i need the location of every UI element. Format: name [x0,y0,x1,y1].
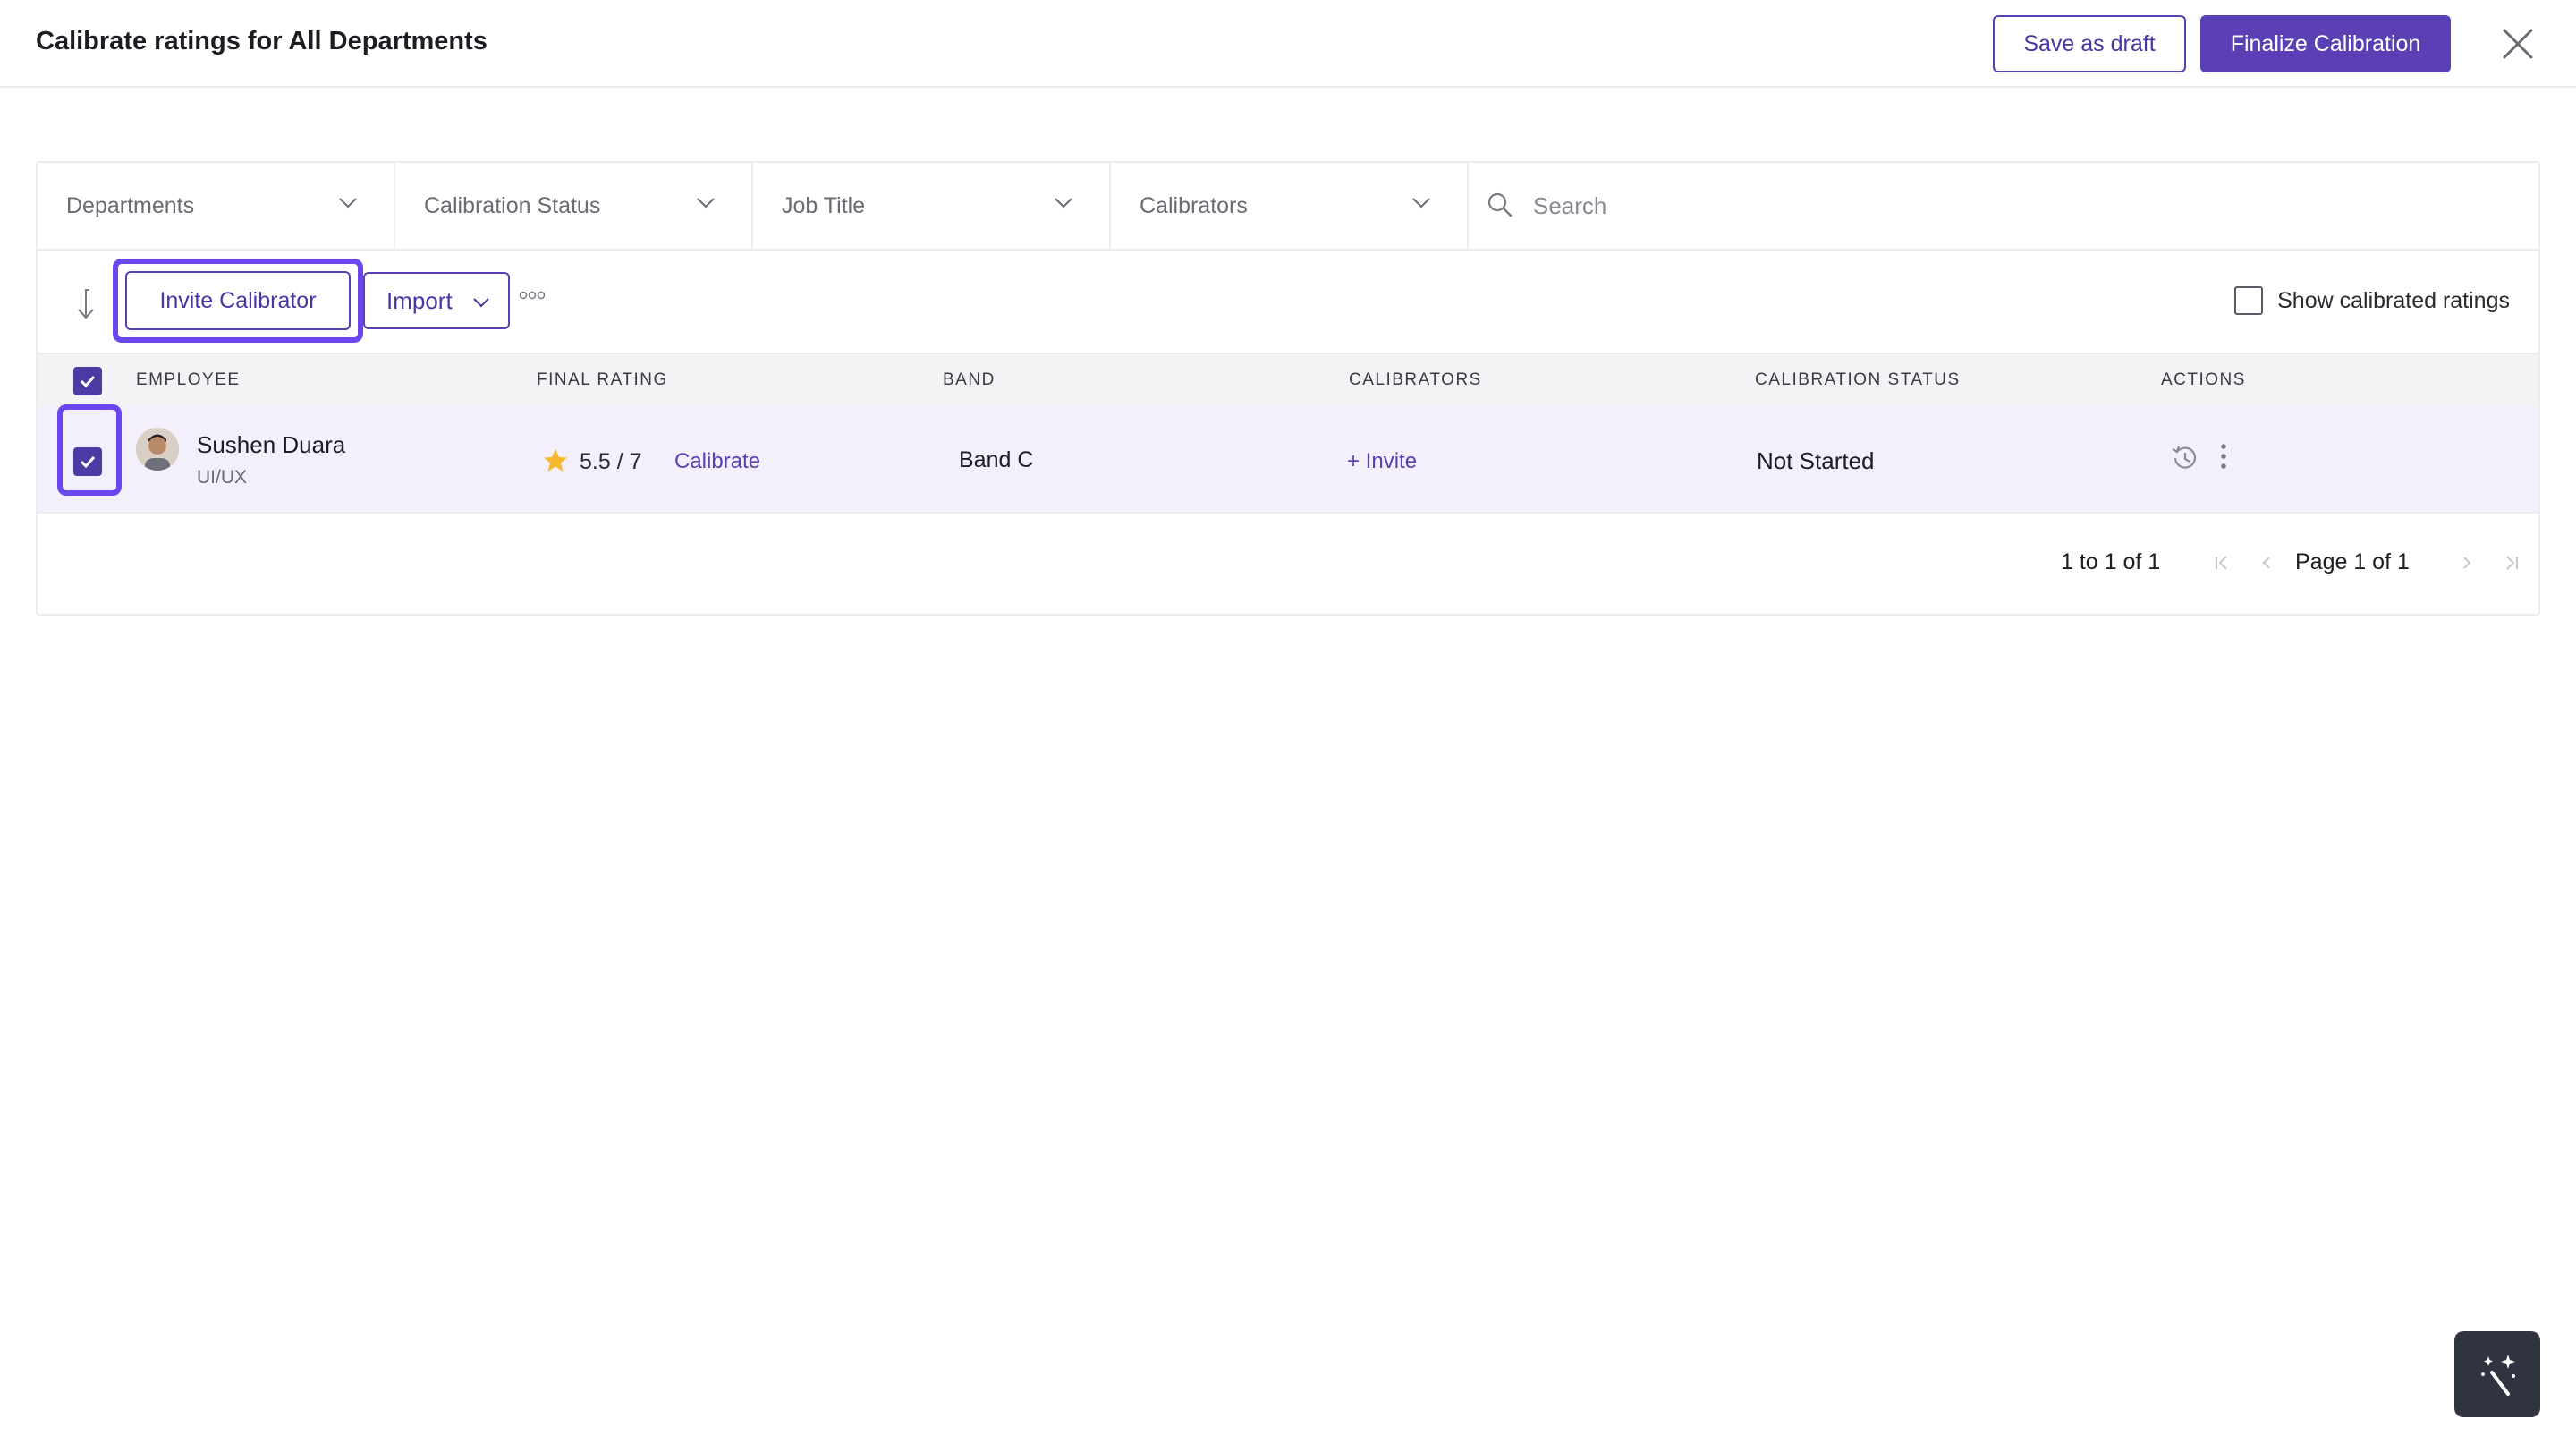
search-box [1469,163,2538,249]
calibration-modal: Calibrate ratings for All Departments Sa… [0,0,2576,1453]
magic-assistant-button[interactable] [2454,1331,2540,1417]
filter-label: Calibration Status [424,193,601,218]
last-page-icon[interactable] [2503,553,2521,573]
filter-bar: Departments Calibration Status Job Title… [38,163,2538,251]
column-header-band[interactable]: BAND [943,370,996,390]
filter-job-title[interactable]: Job Title [753,163,1111,249]
invite-calibrator-link[interactable]: + Invite [1347,449,1417,474]
next-page-icon[interactable] [2458,553,2476,573]
calibrate-link[interactable]: Calibrate [674,449,760,474]
show-calibrated-checkbox[interactable] [2234,286,2264,315]
table-toolbar: Invite Calibrator Import Show calibrated… [38,251,2538,353]
star-icon [544,449,567,472]
column-header-calibrators[interactable]: CALIBRATORS [1349,370,1482,390]
column-header-employee[interactable]: EMPLOYEE [136,370,241,390]
more-icon[interactable] [519,290,546,301]
import-button[interactable]: Import [363,272,510,329]
table-header: EMPLOYEE FINAL RATING BAND CALIBRATORS C… [38,353,2538,406]
show-calibrated-toggle[interactable]: Show calibrated ratings [2234,286,2510,315]
employee-name[interactable]: Sushen Duara [197,431,345,459]
kebab-icon[interactable] [2218,442,2229,471]
column-header-calibration-status[interactable]: CALIBRATION STATUS [1755,370,1961,390]
chevron-down-icon [1055,198,1072,208]
table-row[interactable]: Sushen Duara UI/UX 5.5 / 7 Calibrate Ban… [38,404,2538,514]
save-draft-button[interactable]: Save as draft [1993,15,2186,72]
filter-calibrators[interactable]: Calibrators [1111,163,1469,249]
close-icon[interactable] [2497,23,2538,64]
import-label: Import [386,286,453,314]
calibration-status-value: Not Started [1757,447,1875,474]
chevron-down-icon [473,298,489,308]
chevron-down-icon [339,198,357,208]
check-icon [80,455,96,469]
chevron-down-icon [697,198,715,208]
chevron-down-icon [1412,198,1430,208]
first-page-icon[interactable] [2213,553,2231,573]
pagination-count: 1 to 1 of 1 [2061,549,2161,574]
page-title: Calibrate ratings for All Departments [36,27,487,55]
history-icon[interactable] [2168,442,2200,474]
column-header-actions: ACTIONS [2161,370,2246,389]
avatar [136,428,179,471]
check-icon [80,375,96,388]
pagination-page: Page 1 of 1 [2295,549,2410,574]
modal-header: Calibrate ratings for All Departments Sa… [0,0,2576,88]
search-input[interactable] [1533,184,2428,227]
filter-label: Departments [66,193,195,218]
invite-calibrator-button[interactable]: Invite Calibrator [125,271,351,330]
band-value: Band C [959,447,1034,472]
show-calibrated-label: Show calibrated ratings [2277,287,2510,313]
magic-wand-icon [2481,1355,2515,1396]
column-header-final-rating[interactable]: FINAL RATING [537,370,668,390]
filter-departments[interactable]: Departments [38,163,395,249]
search-icon [1487,192,1513,217]
employee-role: UI/UX [197,467,248,488]
final-rating-value: 5.5 / 7 [580,449,642,474]
previous-page-icon[interactable] [2258,553,2275,573]
filter-calibration-status[interactable]: Calibration Status [395,163,753,249]
sort-icon[interactable] [73,286,100,322]
row-select-checkbox[interactable] [73,447,102,476]
select-all-checkbox[interactable] [73,367,102,395]
calibration-table-card: Departments Calibration Status Job Title… [36,161,2540,616]
finalize-calibration-button[interactable]: Finalize Calibration [2200,15,2451,72]
pagination: 1 to 1 of 1 Page 1 of 1 [38,514,2538,614]
invite-calibrator-highlight: Invite Calibrator [113,259,363,343]
filter-label: Calibrators [1140,193,1248,218]
filter-label: Job Title [782,193,866,218]
